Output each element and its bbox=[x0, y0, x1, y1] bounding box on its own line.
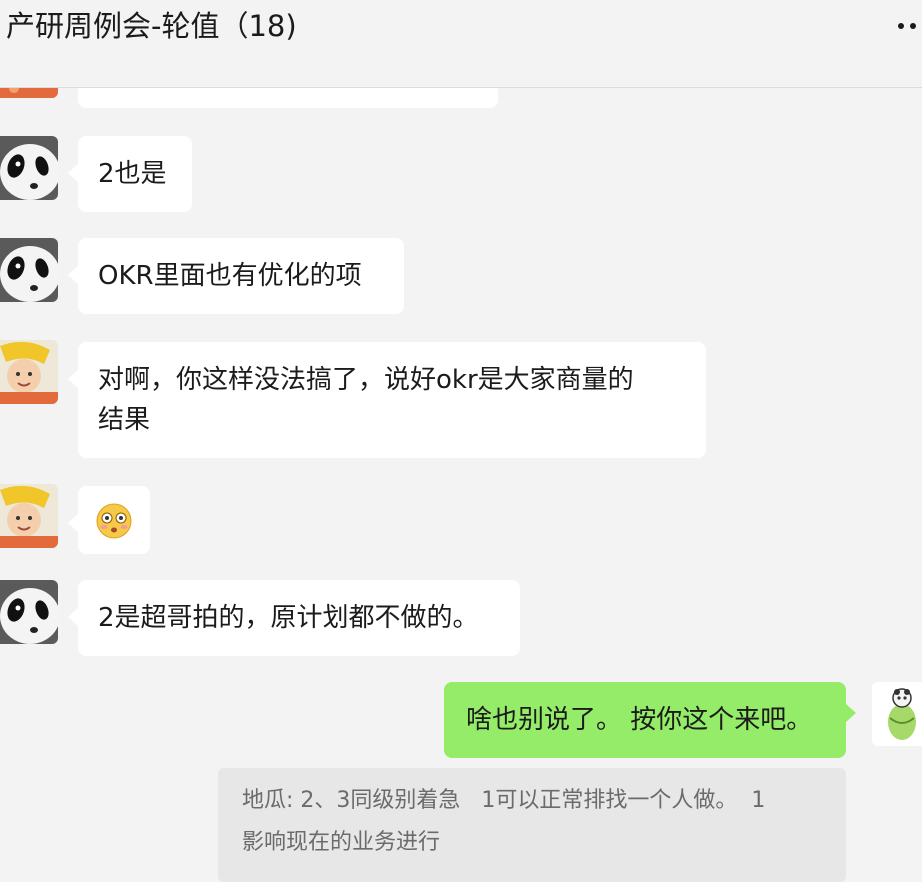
message-bubble[interactable]: 对啊，你这样没法搞了，说好okr是大家商量的 结果 bbox=[68, 342, 706, 458]
message-text-line1: 对啊，你这样没法搞了，说好okr是大家商量的 bbox=[98, 365, 634, 395]
message-bubble[interactable]: 2是超哥拍的，原计划都不做的。 bbox=[68, 580, 520, 656]
quoted-message[interactable]: 地瓜: 2、3同级别着急 1可以正常排找一个人做。 1 影响现在的业务进行 bbox=[218, 768, 846, 882]
quoted-text-line1: 地瓜: 2、3同级别着急 1可以正常排找一个人做。 1 bbox=[242, 788, 766, 813]
message-bubble-outgoing[interactable]: 啥也别说了。 按你这个来吧。 bbox=[444, 682, 856, 758]
more-dot-icon bbox=[898, 23, 904, 29]
avatar-child[interactable] bbox=[0, 484, 58, 548]
avatar-panda[interactable] bbox=[0, 136, 58, 200]
avatar-panda[interactable] bbox=[0, 580, 58, 644]
message-text-line2: 结果 bbox=[98, 405, 151, 435]
avatar-self[interactable] bbox=[872, 682, 922, 746]
message-text: 2是超哥拍的，原计划都不做的。 bbox=[98, 603, 479, 633]
avatar-child[interactable] bbox=[0, 340, 58, 404]
message-text: 2也是 bbox=[98, 159, 167, 189]
chat-title: 产研周例会-轮值（18) bbox=[6, 9, 297, 43]
message-bubble[interactable]: 2也是 bbox=[68, 136, 192, 212]
avatar-panda[interactable] bbox=[0, 238, 58, 302]
message-bubble[interactable]: OKR里面也有优化的项 bbox=[68, 238, 404, 314]
blush-emoji-icon bbox=[96, 503, 132, 539]
more-dot-icon bbox=[910, 23, 916, 29]
quoted-text-line2: 影响现在的业务进行 bbox=[242, 830, 441, 855]
chat-header: 产研周例会-轮值（18) bbox=[0, 0, 922, 88]
message-text: 啥也别说了。 按你这个来吧。 bbox=[466, 705, 813, 735]
chat-area: 2也是 OKR里面也有优化的项 对啊，你这样没法搞了，说好okr是大家商量的 结… bbox=[0, 0, 922, 882]
more-options-button[interactable] bbox=[892, 10, 922, 40]
message-text: OKR里面也有优化的项 bbox=[98, 261, 362, 291]
